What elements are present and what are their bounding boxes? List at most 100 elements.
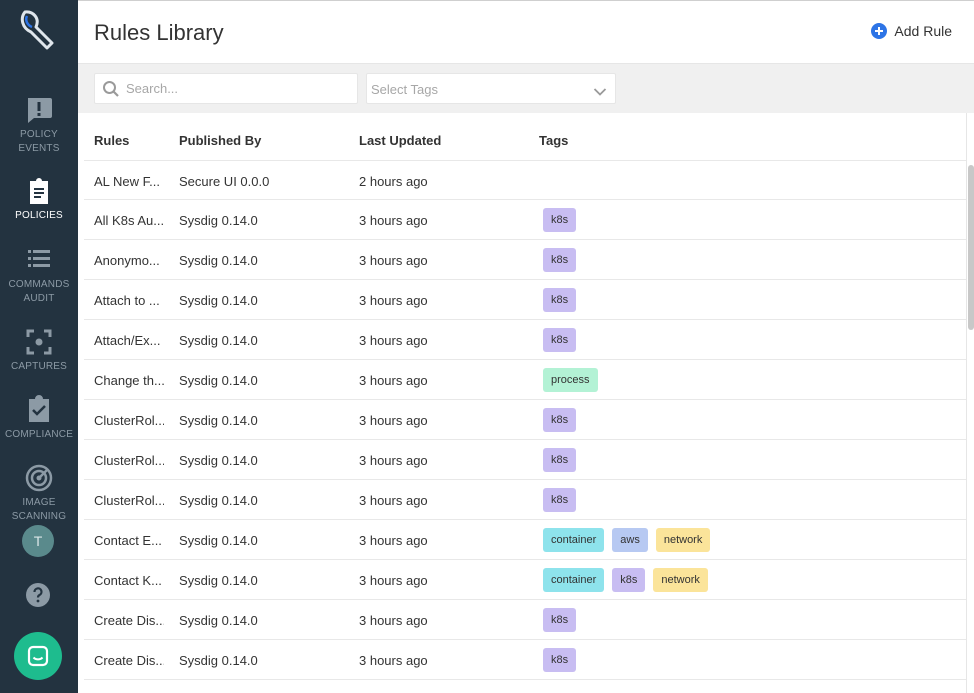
last-updated: 3 hours ago [359, 213, 428, 228]
nav-label: Captures [10, 361, 68, 372]
last-updated: 3 hours ago [359, 493, 428, 508]
rule-name: Contact E... [94, 533, 162, 548]
tag-badge[interactable]: k8s [543, 608, 577, 632]
last-updated: 3 hours ago [359, 373, 428, 388]
nav-label: Policy [20, 129, 58, 140]
chat-launcher-button[interactable] [14, 632, 62, 680]
nav-commands-audit[interactable]: Commands Audit [0, 245, 78, 306]
tag-badge[interactable]: network [653, 568, 708, 592]
tag-list: k8s [543, 288, 584, 312]
table-row[interactable]: Create Dis... Sysdig 0.14.0 3 hours ago k8s [84, 640, 966, 680]
published-by: Sysdig 0.14.0 [179, 333, 258, 348]
tag-list: k8s [543, 488, 584, 512]
add-rule-button[interactable]: Add Rule [871, 23, 952, 39]
table-row[interactable]: Contact K... Sysdig 0.14.0 3 hours ago cont… [84, 560, 966, 600]
rule-name: AL New F... [94, 174, 160, 189]
tag-badge[interactable]: k8s [543, 448, 577, 472]
add-rule-label: Add Rule [894, 23, 952, 39]
table-row[interactable]: ClusterRol... Sysdig 0.14.0 3 hours ago k8s [84, 480, 966, 520]
column-header-rules[interactable]: Rules [94, 133, 129, 148]
search-input[interactable] [126, 74, 351, 103]
tag-list: container aws network [543, 528, 718, 552]
rule-name: All K8s Au... [94, 213, 164, 228]
table-row[interactable]: AL New F... Secure UI 0.0.0 2 hours ago [84, 160, 966, 200]
chat-icon [27, 645, 49, 667]
clipboard-icon [24, 176, 54, 206]
table-row[interactable]: Attach to ... Sysdig 0.14.0 3 hours ago k8s [84, 280, 966, 320]
nav-policies[interactable]: Policies [0, 176, 78, 223]
nav-label: Events [18, 143, 60, 154]
nav-label: Policies [15, 210, 63, 221]
column-header-tags[interactable]: Tags [539, 133, 568, 148]
chevron-down-icon [593, 84, 607, 102]
nav-policy-events[interactable]: Policy Events [0, 95, 78, 156]
table-row[interactable]: Create Dis... Sysdig 0.14.0 3 hours ago k8s [84, 600, 966, 640]
tag-badge[interactable]: aws [612, 528, 648, 552]
table-row[interactable]: All K8s Au... Sysdig 0.14.0 3 hours ago k8s [84, 200, 966, 240]
table-row[interactable]: ClusterRol... Sysdig 0.14.0 3 hours ago k8s [84, 440, 966, 480]
published-by: Sysdig 0.14.0 [179, 533, 258, 548]
user-avatar[interactable]: T [22, 525, 54, 557]
published-by: Sysdig 0.14.0 [179, 493, 258, 508]
table-row[interactable]: Contact E... Sysdig 0.14.0 3 hours ago cont… [84, 520, 966, 560]
tag-badge[interactable]: network [655, 528, 711, 552]
tag-badge[interactable]: k8s [543, 648, 577, 672]
plus-circle-icon [871, 23, 888, 39]
table-row[interactable]: Attach/Ex... Sysdig 0.14.0 3 hours ago k8s [84, 320, 966, 360]
help-icon[interactable] [25, 582, 51, 608]
select-tags-dropdown[interactable]: Select Tags [366, 73, 616, 104]
published-by: Sysdig 0.14.0 [179, 413, 258, 428]
radar-icon [24, 463, 54, 493]
list-icon [24, 245, 54, 275]
tag-list: k8s [543, 608, 584, 632]
tag-badge[interactable]: container [543, 568, 605, 592]
published-by: Sysdig 0.14.0 [179, 573, 258, 588]
tag-badge[interactable]: k8s [612, 568, 646, 592]
alert-bubble-icon [24, 95, 54, 125]
tag-badge[interactable]: k8s [543, 408, 577, 432]
tag-badge[interactable]: k8s [543, 488, 577, 512]
select-tags-placeholder: Select Tags [371, 82, 438, 97]
published-by: Sysdig 0.14.0 [179, 653, 258, 668]
tag-badge[interactable]: k8s [543, 288, 577, 312]
scrollbar-thumb[interactable] [968, 165, 974, 330]
nav-captures[interactable]: Captures [0, 327, 78, 374]
tag-badge[interactable]: k8s [543, 208, 577, 232]
column-header-last-updated[interactable]: Last Updated [359, 133, 441, 148]
tag-badge[interactable]: k8s [543, 248, 577, 272]
tag-list: container k8s network [543, 568, 716, 592]
last-updated: 3 hours ago [359, 573, 428, 588]
last-updated: 3 hours ago [359, 533, 428, 548]
capture-focus-icon [24, 327, 54, 357]
tag-badge[interactable]: k8s [543, 328, 577, 352]
table-row[interactable]: Change th... Sysdig 0.14.0 3 hours ago proc… [84, 360, 966, 400]
rule-name: Contact K... [94, 573, 162, 588]
table-row[interactable]: ClusterRol... Sysdig 0.14.0 3 hours ago k8s [84, 400, 966, 440]
tag-badge[interactable]: container [543, 528, 605, 552]
tag-list: k8s [543, 648, 584, 672]
table-header: Rules Published By Last Updated Tags [78, 113, 968, 161]
sysdig-logo-icon[interactable] [17, 8, 57, 50]
nav-label: Compliance [4, 429, 74, 440]
column-header-published-by[interactable]: Published By [179, 133, 261, 148]
published-by: Sysdig 0.14.0 [179, 253, 258, 268]
nav-label: Audit [23, 293, 55, 304]
nav-compliance[interactable]: Compliance [0, 395, 78, 442]
rule-name: ClusterRol... [94, 453, 164, 468]
tag-badge[interactable]: process [543, 368, 598, 392]
rule-name: Anonymo... [94, 253, 160, 268]
tag-list: k8s [543, 448, 584, 472]
last-updated: 3 hours ago [359, 653, 428, 668]
clipboard-check-icon [24, 395, 54, 425]
rule-name: Attach to ... [94, 293, 160, 308]
published-by: Secure UI 0.0.0 [179, 174, 270, 189]
rule-name: ClusterRol... [94, 493, 164, 508]
tag-list: k8s [543, 328, 584, 352]
tag-list: k8s [543, 248, 584, 272]
page-header: Rules Library Add Rule [78, 0, 974, 64]
nav-image-scanning[interactable]: Image Scanning [0, 463, 78, 524]
rules-table-body: AL New F... Secure UI 0.0.0 2 hours ago All… [84, 160, 966, 680]
rule-name: Attach/Ex... [94, 333, 161, 348]
tag-list: k8s [543, 408, 584, 432]
table-row[interactable]: Anonymo... Sysdig 0.14.0 3 hours ago k8s [84, 240, 966, 280]
